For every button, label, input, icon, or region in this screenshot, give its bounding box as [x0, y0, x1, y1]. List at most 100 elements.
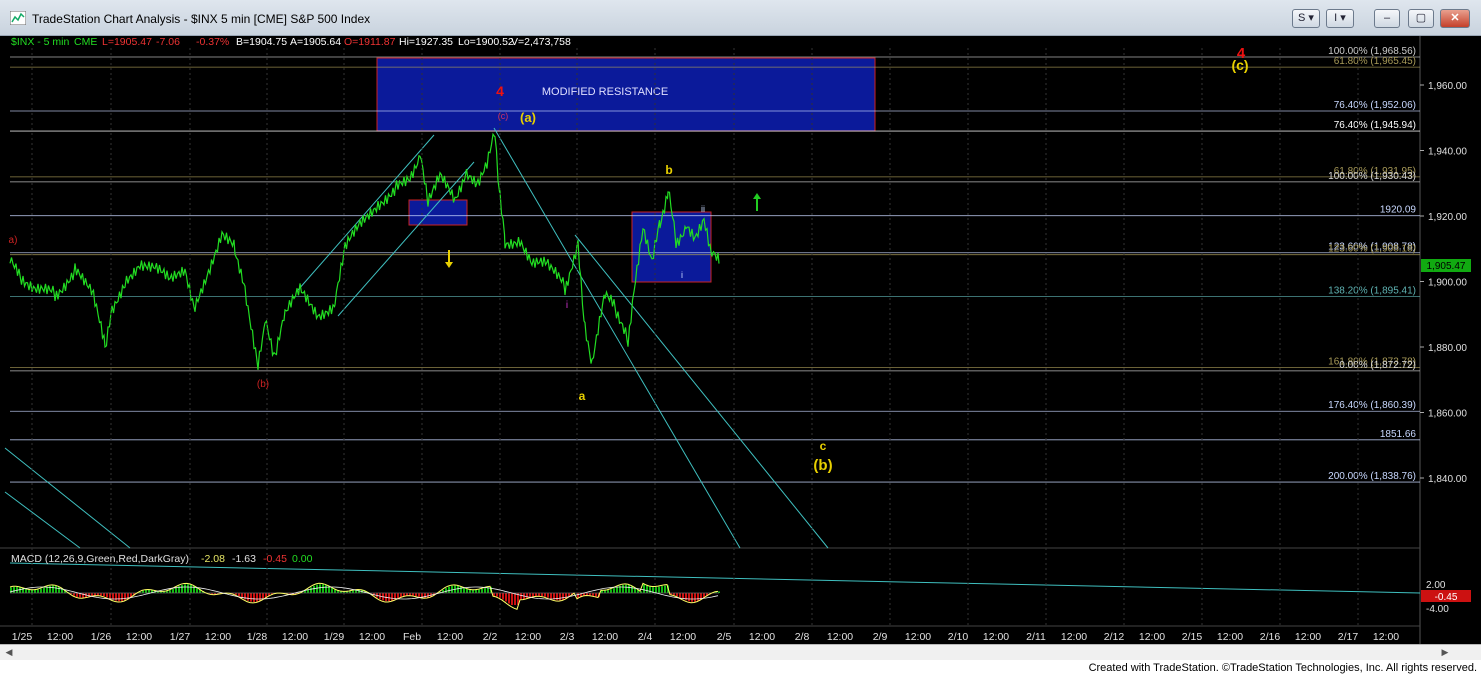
fib-level-label: 123.60% (1,908.18)	[1328, 244, 1416, 255]
macd-histogram-bar	[118, 593, 120, 602]
macd-value-4: 0.00	[292, 553, 313, 565]
macd-histogram-bar	[250, 593, 252, 602]
macd-current-label: -0.45	[1435, 592, 1458, 603]
fib-level-label: 1920.09	[1380, 205, 1417, 216]
price-chart-svg[interactable]: MODIFIED RESISTANCE 100.00% (1,968.56)61…	[0, 36, 1481, 644]
time-tick-label: 12:00	[515, 631, 541, 643]
macd-value-2: -1.63	[232, 553, 256, 565]
macd-histogram-bar	[310, 587, 312, 593]
interval-link-button[interactable]: I ▾	[1326, 9, 1354, 28]
time-tick-label: 12:00	[437, 631, 463, 643]
macd-axis-bottom: -4.00	[1426, 604, 1449, 615]
macd-histogram-bar	[511, 593, 513, 605]
macd-histogram-bar	[28, 589, 30, 593]
macd-histogram-bar	[391, 593, 393, 601]
header-high: Hi=1927.35	[399, 36, 453, 48]
time-tick-label: 12:00	[1061, 631, 1087, 643]
macd-histogram-bar	[415, 593, 417, 597]
macd-histogram-bar	[484, 588, 486, 593]
macd-histogram-bar	[646, 585, 648, 593]
macd-histogram-bar	[478, 589, 480, 593]
time-tick-label: 1/26	[91, 631, 112, 643]
symbol-link-label: S	[1298, 12, 1306, 24]
up-arrow-icon	[753, 193, 761, 211]
time-tick-label: 1/25	[12, 631, 33, 643]
time-tick-label: 12:00	[359, 631, 385, 643]
price-tick-label: 1,880.00	[1428, 343, 1467, 354]
macd-histogram-bar	[247, 593, 249, 601]
wave-i-small-label: i	[681, 270, 683, 280]
close-button[interactable]: ✕	[1440, 9, 1470, 28]
time-tick-label: 1/28	[247, 631, 268, 643]
time-tick-label: 12:00	[126, 631, 152, 643]
macd-histogram-bar	[664, 585, 666, 593]
channel-lines-group	[4, 127, 1421, 594]
symbol-link-button[interactable]: S ▾	[1292, 9, 1320, 28]
macd-histogram-bar	[190, 584, 192, 593]
wave-c-top-label: (c)	[1231, 57, 1248, 73]
macd-histogram-bar	[46, 586, 48, 593]
macd-histogram-bar	[499, 593, 501, 598]
horizontal-scrollbar[interactable]: ◀ ▶	[0, 644, 1481, 660]
macd-histogram-bar	[526, 593, 528, 599]
macd-histogram-bar	[103, 593, 105, 597]
macd-histogram-bar	[187, 584, 189, 593]
minimize-button[interactable]: –	[1374, 9, 1400, 28]
macd-histogram-bar	[628, 585, 630, 593]
macd-histogram-bar	[466, 588, 468, 593]
fib-level-label: 0.00% (1,872.72)	[1339, 360, 1416, 371]
macd-histogram-bar	[184, 584, 186, 593]
fib-level-label: 61.80% (1,965.45)	[1334, 56, 1416, 67]
price-tick-label: 1,860.00	[1428, 409, 1467, 420]
fib-level-group: 100.00% (1,968.56)61.80% (1,965.45)76.40…	[10, 46, 1420, 483]
scroll-left-icon[interactable]: ◀	[2, 646, 16, 659]
time-tick-label: 2/5	[717, 631, 732, 643]
macd-histogram-bar	[322, 584, 324, 593]
macd-histogram-bar	[388, 593, 390, 602]
time-tick-label: 2/8	[795, 631, 810, 643]
time-tick-label: 2/11	[1026, 631, 1046, 643]
down-channel-line-1	[493, 127, 741, 549]
macd-histogram-bar	[535, 593, 537, 597]
macd-histogram-bar	[481, 588, 483, 593]
macd-header: MACD (12,26,9,Green,Red,DarkGray) -2.08 …	[11, 553, 313, 565]
maximize-button[interactable]: ▢	[1408, 9, 1434, 28]
time-tick-label: 2/4	[638, 631, 653, 643]
time-tick-label: 12:00	[749, 631, 775, 643]
macd-histogram-bar	[106, 593, 108, 598]
chart-area[interactable]: MODIFIED RESISTANCE 100.00% (1,968.56) 61…	[0, 36, 1481, 644]
consolidation-box-small	[408, 199, 468, 226]
macd-histogram-bar	[73, 593, 75, 596]
macd-histogram-bar	[445, 588, 447, 593]
macd-histogram-bar	[559, 593, 561, 601]
header-last: L=1905.47	[102, 36, 152, 48]
macd-histogram-bar	[43, 587, 45, 593]
macd-histogram-bar	[262, 593, 264, 600]
macd-histogram-bar	[109, 593, 111, 599]
macd-histogram-bar	[145, 590, 147, 593]
macd-histogram-bar	[538, 593, 540, 596]
macd-histogram-bar	[616, 586, 618, 593]
time-tick-label: 2/2	[483, 631, 498, 643]
wave-i-magenta-label: i	[566, 300, 568, 311]
time-tick-label: 2/10	[948, 631, 969, 643]
macd-histogram-bar	[658, 586, 660, 593]
header-exchange: CME	[74, 36, 97, 48]
macd-histogram-bar	[397, 593, 399, 599]
scroll-right-icon[interactable]: ▶	[1438, 646, 1452, 659]
time-tick-label: 12:00	[282, 631, 308, 643]
time-tick-label: 2/15	[1182, 631, 1203, 643]
wave-b-big-label: (b)	[813, 457, 832, 474]
macd-histogram-bar	[541, 593, 543, 597]
time-tick-label: 1/27	[170, 631, 191, 643]
macd-histogram-bar	[463, 587, 465, 593]
macd-histogram-bar	[625, 584, 627, 593]
macd-value-1: -2.08	[201, 553, 225, 565]
macd-histogram-bar	[532, 593, 534, 597]
macd-trend-line	[9, 562, 1421, 594]
wave-a-label: a	[579, 389, 586, 403]
macd-histogram-bar	[325, 585, 327, 593]
time-tick-label: 12:00	[47, 631, 73, 643]
macd-histogram-bar	[19, 587, 21, 593]
price-series-line	[9, 132, 720, 370]
